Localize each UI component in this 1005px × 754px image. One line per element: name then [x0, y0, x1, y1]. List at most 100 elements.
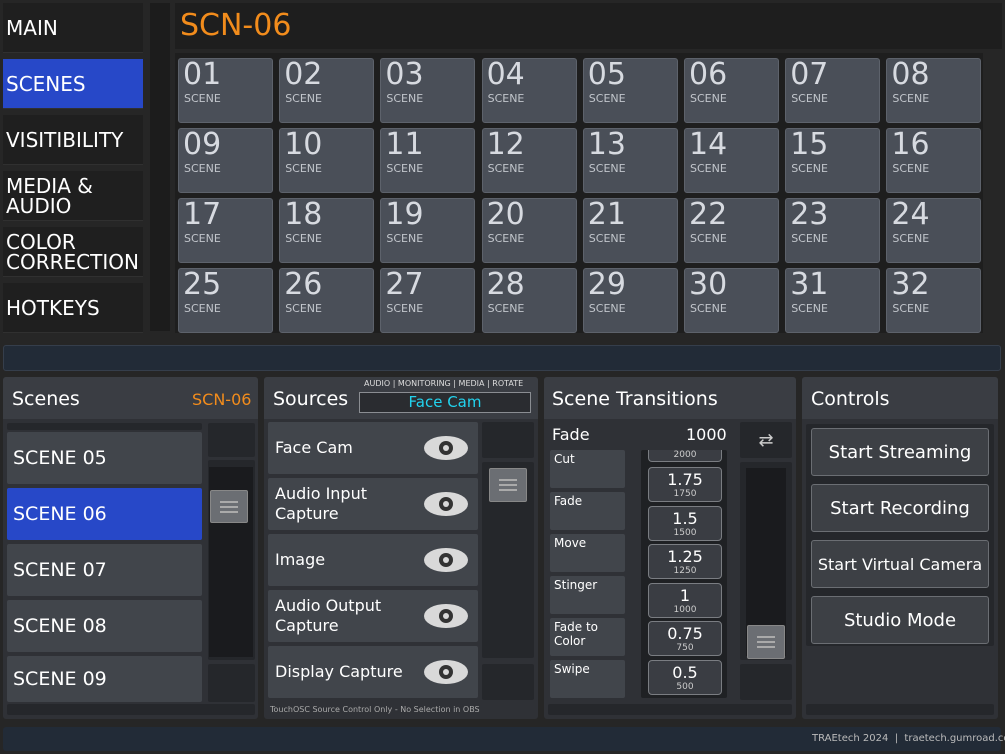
scene-number: 12 [486, 127, 525, 162]
scene-sublabel: SCENE [791, 302, 828, 315]
scene-sublabel: SCENE [791, 162, 828, 175]
scene-button-06[interactable]: 06 SCENE [684, 58, 779, 123]
scene-button-16[interactable]: 16 SCENE [886, 128, 982, 193]
scene-list-item-07[interactable]: SCENE 07 [7, 544, 202, 596]
scene-list-item-08[interactable]: SCENE 08 [7, 600, 202, 652]
scene-grid-scrollbar[interactable] [988, 57, 998, 327]
scene-list-item-05[interactable]: SCENE 05 [7, 432, 202, 484]
current-transition-name: Fade [552, 425, 590, 444]
scene-number: 08 [891, 57, 930, 92]
eye-icon[interactable] [424, 660, 468, 684]
duration-ms: 1750 [673, 489, 697, 499]
scene-button-15[interactable]: 15 SCENE [785, 128, 881, 193]
scene-sublabel: SCENE [386, 302, 424, 315]
duration-item-partial[interactable]: 2000 [648, 450, 722, 462]
scene-button-09[interactable]: 09 SCENE [178, 128, 273, 193]
transition-stinger[interactable]: Stinger [550, 576, 625, 614]
transition-fade-to-color[interactable]: Fade to Color [550, 618, 625, 656]
scene-button-12[interactable]: 12 SCENE [481, 127, 577, 193]
scene-button-22[interactable]: 22 SCENE [684, 198, 779, 263]
scene-button-01[interactable]: 01 SCENE [178, 58, 273, 123]
source-item-display-capture[interactable]: Display Capture [268, 646, 478, 698]
start-streaming-button[interactable]: Start Streaming [811, 428, 989, 476]
nav-item-scenes[interactable]: SCENES [3, 59, 143, 109]
scene-number: 27 [385, 267, 424, 302]
start-virtual-camera-button[interactable]: Start Virtual Camera [811, 540, 989, 588]
transition-swipe[interactable]: Swipe [550, 660, 625, 698]
eye-icon[interactable] [424, 548, 468, 572]
scene-button-08[interactable]: 08 SCENE [886, 57, 982, 123]
scene-button-18[interactable]: 18 SCENE [279, 198, 375, 263]
scene-sublabel: SCENE [184, 162, 221, 175]
scene-button-04[interactable]: 04 SCENE [481, 58, 577, 123]
nav-item-label: MAIN [6, 15, 58, 40]
scene-button-02[interactable]: 02 SCENE [279, 58, 375, 123]
source-scroll-handle[interactable] [489, 468, 527, 502]
transition-fade[interactable]: Fade [550, 492, 625, 530]
scene-button-19[interactable]: 19 SCENE [380, 198, 476, 263]
duration-button-500[interactable]: 0.5 500 [648, 660, 722, 695]
scene-list-item-06[interactable]: SCENE 06 [7, 488, 202, 540]
sources-subtabs[interactable]: AUDIO | MONITORING | MEDIA | ROTATE [364, 379, 523, 388]
current-transition-duration: 1000 [686, 425, 727, 444]
scene-button-28[interactable]: 28 SCENE [481, 268, 577, 333]
duration-button-1000[interactable]: 1 1000 [648, 582, 722, 618]
eye-icon[interactable] [424, 492, 468, 516]
source-item-audio-output[interactable]: Audio Output Capture [268, 590, 478, 642]
nav-item-main[interactable]: MAIN [3, 3, 143, 53]
scene-button-21[interactable]: 21 SCENE [582, 198, 678, 263]
duration-button-1500[interactable]: 1.5 1500 [648, 505, 722, 541]
scene-button-17[interactable]: 17 SCENE [178, 198, 273, 263]
source-item-image[interactable]: Image [268, 534, 478, 586]
duration-ms: 1000 [673, 604, 697, 615]
scene-button-14[interactable]: 14 SCENE [684, 128, 779, 193]
scene-button-11[interactable]: 11 SCENE [380, 128, 476, 193]
transition-fader-handle[interactable] [747, 625, 785, 659]
duration-button-750[interactable]: 0.75 750 [648, 621, 722, 657]
selected-source-field[interactable]: Face Cam [359, 392, 531, 413]
scene-number: 03 [385, 57, 424, 92]
start-recording-button[interactable]: Start Recording [811, 484, 989, 532]
nav-item-color-correction[interactable]: COLOR CORRECTION [3, 227, 143, 277]
scene-button-23[interactable]: 23 SCENE [785, 198, 881, 263]
scene-button-26[interactable]: 26 SCENE [279, 268, 375, 333]
source-item-face-cam[interactable]: Face Cam [268, 422, 478, 474]
transition-swap-icon[interactable]: ⇄ [740, 422, 792, 458]
source-item-audio-input[interactable]: Audio Input Capture [268, 478, 478, 530]
nav-item-media-audio[interactable]: MEDIA & AUDIO [3, 171, 143, 221]
source-scroll-down[interactable] [482, 664, 534, 700]
scene-button-10[interactable]: 10 SCENE [279, 128, 375, 193]
scene-list-item-09[interactable]: SCENE 09 [7, 656, 202, 702]
transitions-bottom-bar [548, 704, 792, 715]
scene-scroll-handle[interactable] [210, 490, 248, 523]
scene-button-20[interactable]: 20 SCENE [481, 198, 577, 263]
scene-button-25[interactable]: 25 SCENE [178, 268, 273, 333]
duration-button-1750[interactable]: 1.75 1750 [648, 467, 722, 502]
scene-number: 09 [183, 127, 222, 162]
scene-number: 30 [689, 267, 728, 302]
transition-cut[interactable]: Cut [550, 450, 625, 488]
nav-item-hotkeys[interactable]: HOTKEYS [3, 283, 143, 333]
duration-ms: 2000 [673, 450, 697, 460]
scene-scroll-down[interactable] [208, 664, 255, 702]
source-scroll-up[interactable] [482, 422, 534, 458]
nav-item-visibility[interactable]: VISITIBILITY [3, 115, 143, 165]
scene-scroll-up[interactable] [208, 423, 255, 457]
scene-button-32[interactable]: 32 SCENE [886, 268, 982, 333]
scene-button-31[interactable]: 31 SCENE [785, 268, 881, 333]
duration-button-1250[interactable]: 1.25 1250 [648, 544, 722, 580]
scene-button-07[interactable]: 07 SCENE [785, 58, 881, 123]
transition-move[interactable]: Move [550, 534, 625, 572]
scene-button-30[interactable]: 30 SCENE [684, 268, 779, 333]
scene-button-05[interactable]: 05 SCENE [582, 58, 678, 123]
scene-sublabel: SCENE [285, 302, 322, 315]
studio-mode-button[interactable]: Studio Mode [811, 596, 989, 644]
scene-button-13[interactable]: 13 SCENE [582, 128, 678, 193]
eye-icon[interactable] [424, 436, 468, 460]
scene-button-27[interactable]: 27 SCENE [380, 267, 476, 333]
scene-button-24[interactable]: 24 SCENE [886, 198, 982, 263]
scene-button-03[interactable]: 03 SCENE [380, 57, 476, 123]
scene-button-29[interactable]: 29 SCENE [582, 268, 678, 333]
eye-icon[interactable] [424, 604, 468, 628]
transition-label: Move [554, 536, 587, 550]
